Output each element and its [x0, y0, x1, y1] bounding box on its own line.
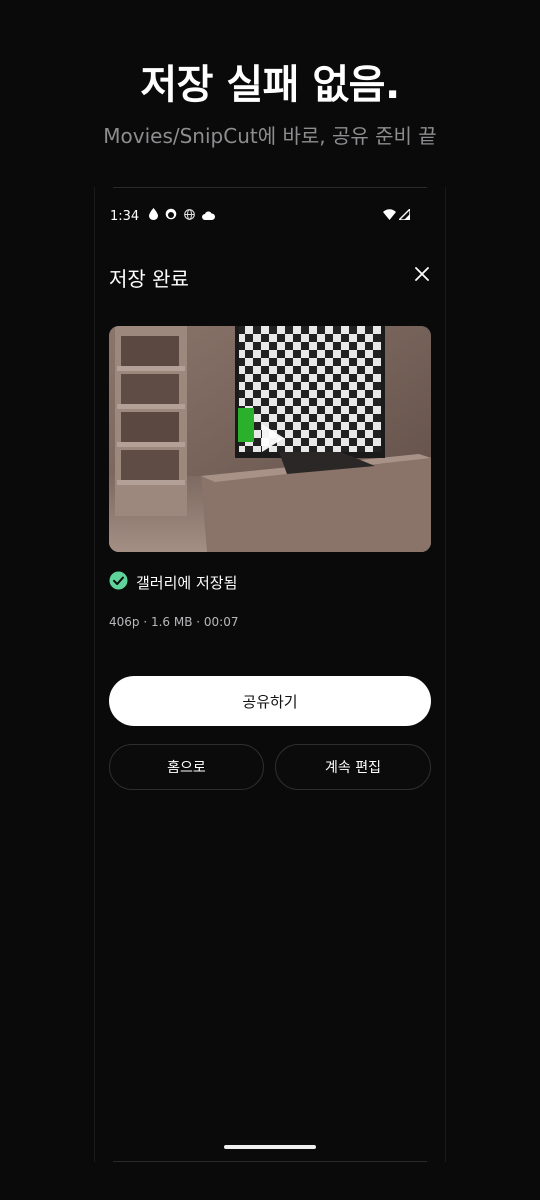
status-bar: 1:34 [110, 206, 411, 226]
drop-icon [149, 208, 159, 224]
play-icon[interactable] [254, 421, 288, 455]
device-bottom-edge [113, 1161, 427, 1162]
cloud-icon [202, 209, 216, 224]
status-icons-left [149, 208, 216, 224]
dialog-title: 저장 완료 [109, 267, 189, 291]
video-preview[interactable] [109, 326, 431, 552]
signal-icon [397, 206, 411, 224]
status-icons-right [383, 206, 411, 226]
close-button[interactable] [409, 262, 435, 288]
saved-label: 갤러리에 저장됨 [136, 574, 238, 592]
page: 저장 실패 없음. Movies/SnipCut에 바로, 공유 준비 끝 1:… [0, 0, 540, 1200]
home-indicator[interactable] [224, 1145, 316, 1149]
continue-editing-label: 계속 편집 [325, 760, 381, 776]
home-button-label: 홈으로 [167, 760, 206, 776]
wifi-icon [383, 208, 396, 224]
check-circle-icon [109, 571, 128, 594]
close-icon [415, 266, 429, 285]
face-icon [165, 208, 177, 224]
hero-subtitle: Movies/SnipCut에 바로, 공유 준비 끝 [103, 124, 437, 148]
globe-icon [184, 208, 196, 224]
share-button-label: 공유하기 [242, 692, 298, 711]
status-time: 1:34 [110, 208, 140, 224]
share-button[interactable]: 공유하기 [109, 676, 431, 726]
hero-title: 저장 실패 없음. [140, 62, 400, 108]
video-meta: 406p · 1.6 MB · 00:07 [109, 615, 239, 629]
home-button[interactable]: 홈으로 [109, 744, 264, 790]
saved-status: 갤러리에 저장됨 [109, 571, 237, 594]
continue-editing-button[interactable]: 계속 편집 [275, 744, 431, 790]
